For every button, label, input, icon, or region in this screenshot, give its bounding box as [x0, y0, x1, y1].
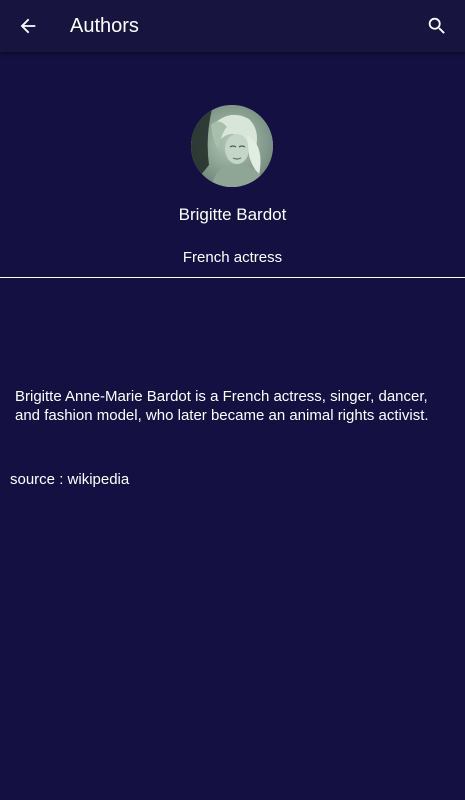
author-detail-screen: Authors Brigitte Bardot French actress B… [0, 0, 465, 800]
page-title: Authors [70, 15, 139, 37]
app-bar: Authors [0, 0, 465, 52]
author-name: Brigitte Bardot [178, 205, 287, 224]
back-button[interactable] [10, 8, 46, 44]
search-button[interactable] [419, 8, 455, 44]
search-icon [428, 17, 445, 34]
author-role: French actress [182, 249, 283, 266]
divider [0, 277, 465, 278]
arrow-left-icon [20, 18, 36, 34]
source-credit: source : wikipedia [10, 471, 130, 488]
author-bio: Brigitte Anne-Marie Bardot is a French a… [15, 388, 429, 424]
author-portrait-image [191, 105, 273, 187]
author-avatar [191, 105, 273, 187]
